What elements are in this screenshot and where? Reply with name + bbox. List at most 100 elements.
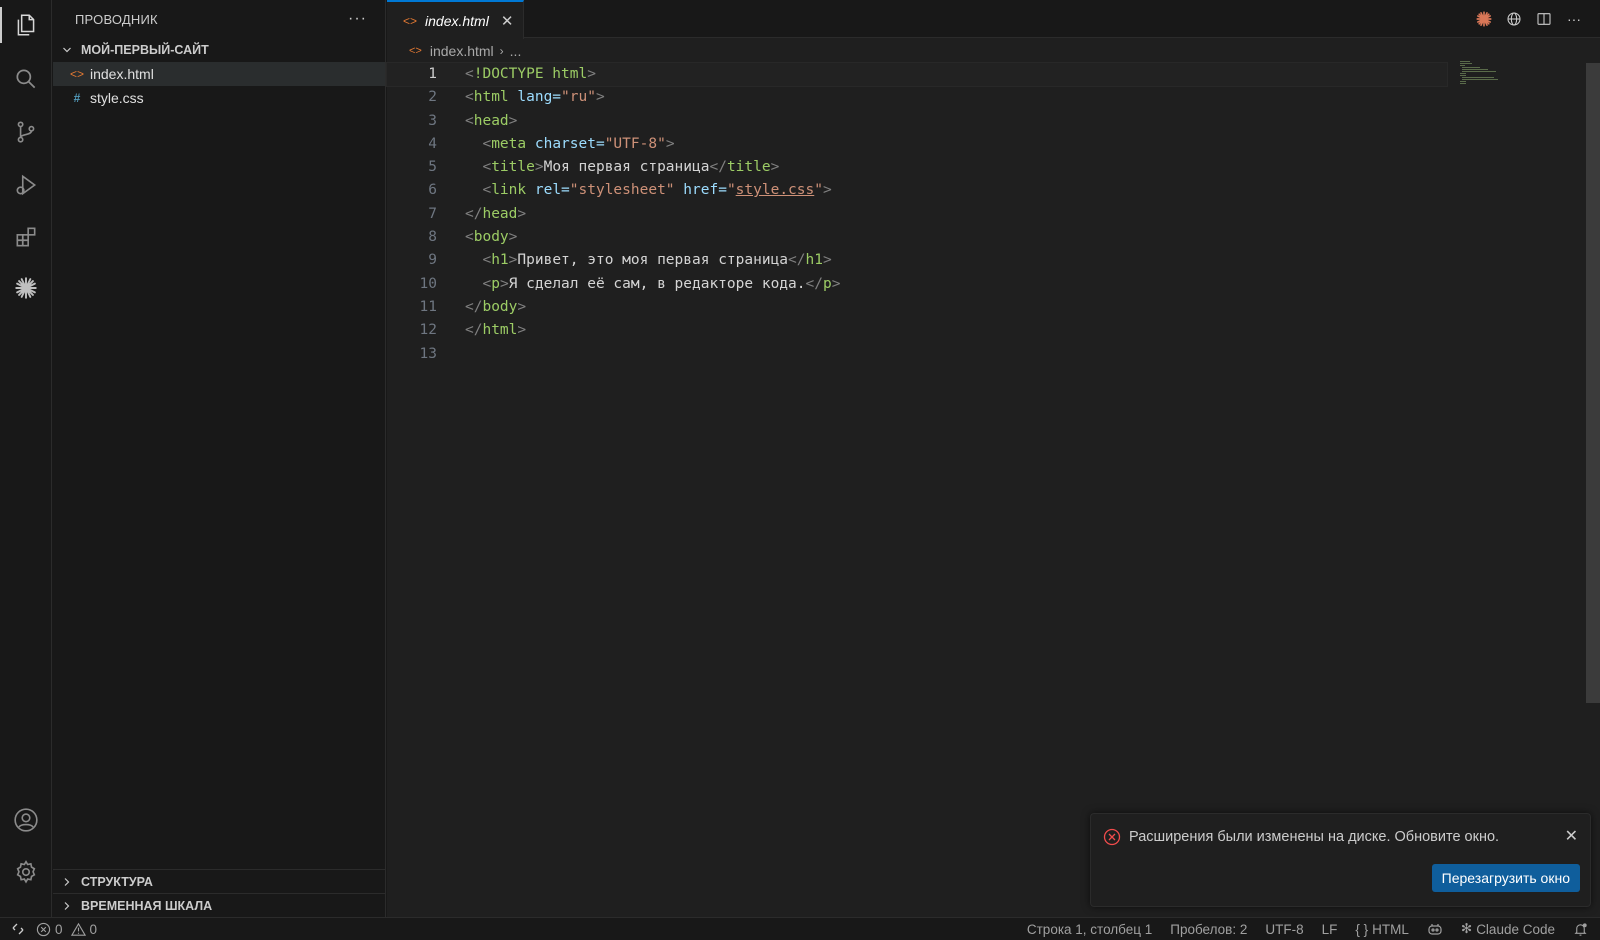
extensions-icon[interactable] — [0, 213, 52, 261]
tab-index-html[interactable]: <> index.html ✕ — [387, 0, 524, 39]
line-number: 7 — [428, 205, 437, 222]
code-token: Моя первая страница — [543, 159, 710, 176]
search-icon[interactable] — [0, 55, 52, 103]
remote-icon[interactable] — [0, 922, 36, 936]
folder-name: МОЙ-ПЕРВЫЙ-САЙТ — [81, 43, 209, 57]
code-token: head — [473, 112, 509, 129]
breadcrumb: <> index.html › ... — [387, 38, 1600, 64]
claude-icon[interactable] — [0, 264, 52, 312]
section-label: СТРУКТУРА — [81, 874, 153, 889]
code-view[interactable]: 1 <!DOCTYPE html> 2 <html lang="ru"> 3 <hea… — [386, 61, 1448, 366]
account-icon[interactable] — [0, 796, 52, 844]
code-token: lang= — [517, 89, 562, 106]
file-name: style.css — [90, 90, 144, 106]
code-token: meta — [491, 135, 527, 152]
claude-code-status[interactable]: ✻ Claude Code — [1461, 921, 1555, 937]
code-token: head — [482, 205, 518, 222]
code-token: Я сделал её сам, в редакторе кода. — [508, 275, 806, 292]
settings-gear-icon[interactable] — [0, 848, 52, 896]
more-actions-icon[interactable]: ··· — [1564, 9, 1584, 29]
code-token: link — [491, 182, 527, 199]
chevron-right-icon — [59, 898, 75, 914]
claude-icon: ✻ — [1460, 921, 1473, 936]
line-number: 13 — [419, 345, 437, 362]
code-token: " — [814, 182, 823, 199]
code-line: 11 </body> — [387, 296, 1447, 319]
chevron-right-icon — [59, 874, 75, 890]
code-line: 10 <p>Я сделал её сам, в редакторе кода.… — [387, 273, 1447, 296]
source-control-icon[interactable] — [0, 108, 52, 156]
notification-message: Расширения были изменены на диске. Обнов… — [1129, 829, 1500, 845]
minimap[interactable] — [1460, 60, 1520, 90]
line-number: 4 — [428, 135, 437, 152]
error-icon — [1103, 828, 1121, 846]
globe-icon[interactable] — [1504, 9, 1524, 29]
code-token: rel= — [534, 182, 570, 199]
code-token: href= — [683, 182, 727, 199]
code-token: h1 — [805, 252, 823, 269]
code-token: " — [726, 182, 736, 199]
code-line: 2 <html lang="ru"> — [387, 86, 1447, 109]
file-name: index.html — [90, 66, 154, 82]
explorer-icon[interactable] — [0, 1, 52, 49]
close-icon[interactable]: ✕ — [1565, 826, 1578, 846]
more-actions-icon[interactable]: ··· — [348, 10, 367, 28]
code-line: 13 — [387, 343, 1447, 366]
line-number: 10 — [419, 275, 437, 292]
language-mode[interactable]: { } HTML — [1355, 922, 1409, 937]
section-timeline[interactable]: ВРЕМЕННАЯ ШКАЛА — [53, 893, 385, 917]
file-item-index-html[interactable]: <> index.html — [53, 62, 385, 86]
explorer-header: ПРОВОДНИК ··· — [53, 0, 385, 38]
code-line: 12 </html> — [387, 319, 1447, 342]
code-token: html — [482, 322, 518, 339]
line-number: 5 — [428, 159, 437, 176]
explorer-title: ПРОВОДНИК — [75, 11, 158, 27]
code-token: title — [726, 159, 771, 176]
editor-area: <> index.html ✕ ··· <> index.html › ... … — [386, 0, 1600, 917]
explorer-sidebar: ПРОВОДНИК ··· МОЙ-ПЕРВЫЙ-САЙТ <> index.h… — [53, 0, 386, 917]
warning-count: 0 — [89, 921, 98, 937]
copilot-icon[interactable] — [1427, 921, 1443, 937]
close-icon[interactable]: ✕ — [501, 12, 514, 30]
chevron-down-icon — [59, 42, 75, 58]
section-outline[interactable]: СТРУКТУРА — [53, 869, 385, 893]
code-token: body — [473, 229, 509, 246]
warning-icon — [70, 922, 86, 936]
line-number: 2 — [428, 89, 437, 106]
editor-actions: ··· — [1474, 0, 1584, 38]
line-number: 8 — [428, 229, 437, 246]
line-number: 11 — [419, 298, 437, 315]
file-item-style-css[interactable]: # style.css — [53, 86, 385, 110]
claude-label: Claude Code — [1476, 921, 1555, 937]
code-token: "UTF-8" — [604, 135, 666, 152]
html-file-icon: <> — [69, 67, 84, 81]
status-bar: 0 0 Строка 1, столбец 1 Пробелов: 2 UTF-… — [0, 917, 1600, 940]
indentation[interactable]: Пробелов: 2 — [1170, 922, 1247, 937]
code-line: 9 <h1>Привет, это моя первая страница</h… — [387, 249, 1447, 272]
code-token: body — [482, 298, 518, 315]
split-editor-icon[interactable] — [1534, 9, 1554, 29]
folder-root[interactable]: МОЙ-ПЕРВЫЙ-САЙТ — [53, 38, 385, 62]
code-line: 5 <title>Моя первая страница</title> — [387, 156, 1447, 179]
activity-bar — [0, 0, 52, 917]
breadcrumb-file[interactable]: index.html — [430, 43, 494, 59]
notifications-bell-icon[interactable] — [1573, 922, 1588, 937]
line-number: 12 — [419, 322, 437, 339]
breadcrumb-more[interactable]: ... — [510, 43, 522, 59]
code-line: 3 <head> — [387, 110, 1447, 133]
reload-window-button[interactable]: Перезагрузить окно — [1431, 864, 1580, 892]
end-of-line[interactable]: LF — [1322, 922, 1338, 937]
html-file-icon: <> — [409, 45, 422, 57]
problems-indicator[interactable]: 0 0 — [36, 922, 97, 937]
encoding[interactable]: UTF-8 — [1265, 922, 1303, 937]
tab-bar: <> index.html ✕ ··· — [387, 0, 1600, 39]
code-token: Привет, это моя первая страница — [517, 252, 789, 269]
code-token: p — [822, 275, 832, 292]
cursor-position[interactable]: Строка 1, столбец 1 — [1027, 922, 1152, 937]
claude-spark-icon[interactable] — [1474, 9, 1494, 29]
chevron-right-icon: › — [499, 44, 504, 58]
scrollbar[interactable] — [1586, 63, 1600, 703]
css-file-icon: # — [73, 91, 81, 105]
run-debug-icon[interactable] — [0, 161, 52, 209]
code-link[interactable]: style.css — [736, 182, 815, 198]
